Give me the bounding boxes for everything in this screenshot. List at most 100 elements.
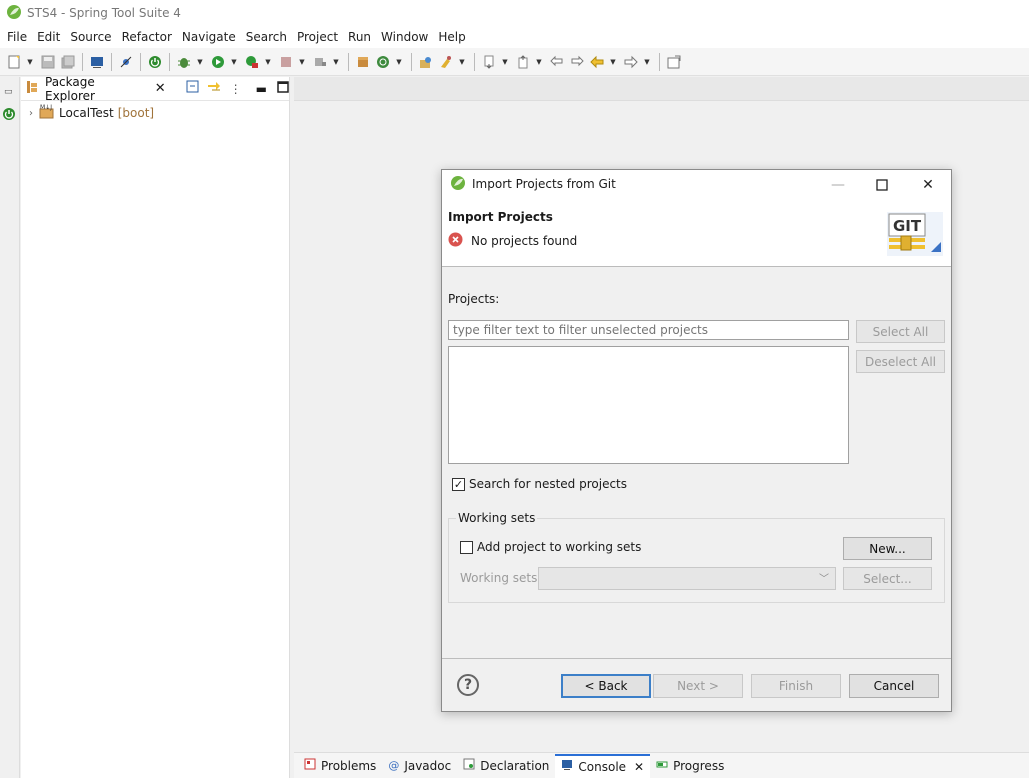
menu-search[interactable]: Search bbox=[241, 30, 292, 44]
close-button[interactable]: ✕ bbox=[913, 174, 943, 196]
nested-projects-checkbox[interactable]: ✓ bbox=[452, 478, 465, 491]
terminal-icon[interactable] bbox=[89, 54, 105, 70]
view-menu-icon[interactable]: ⋮ bbox=[230, 82, 242, 96]
link-with-editor-icon[interactable] bbox=[206, 80, 222, 97]
run-icon[interactable] bbox=[210, 54, 226, 70]
toolbar-separator bbox=[111, 52, 112, 71]
next-annotation-icon[interactable] bbox=[481, 54, 497, 70]
boot-dashboard-trim-icon[interactable] bbox=[2, 107, 16, 124]
working-sets-group bbox=[448, 518, 945, 603]
menu-navigate[interactable]: Navigate bbox=[177, 30, 241, 44]
dialog-titlebar: Import Projects from Git — ✕ bbox=[442, 170, 951, 198]
select-all-button[interactable]: Select All bbox=[856, 320, 945, 343]
last-edit-icon[interactable] bbox=[549, 54, 565, 70]
help-icon[interactable]: ? bbox=[457, 674, 479, 696]
open-type-icon[interactable] bbox=[418, 54, 434, 70]
menu-window[interactable]: Window bbox=[376, 30, 433, 44]
projects-list[interactable] bbox=[448, 346, 849, 464]
external-tools-icon[interactable] bbox=[244, 54, 260, 70]
menu-refactor[interactable]: Refactor bbox=[117, 30, 177, 44]
menu-file[interactable]: File bbox=[2, 30, 32, 44]
window-title: STS4 - Spring Tool Suite 4 bbox=[27, 6, 181, 20]
forward-edit-icon[interactable] bbox=[569, 54, 585, 70]
skip-breakpoints-icon[interactable] bbox=[118, 54, 134, 70]
projects-label: Projects: bbox=[448, 292, 500, 306]
external-tools-dropdown-icon[interactable]: ▼ bbox=[264, 54, 272, 70]
save-all-icon[interactable] bbox=[60, 54, 76, 70]
collapse-all-icon[interactable] bbox=[186, 80, 200, 97]
run-dropdown-icon[interactable]: ▼ bbox=[230, 54, 238, 70]
deselect-all-button[interactable]: Deselect All bbox=[856, 350, 945, 373]
minimize-icon[interactable]: ▬ bbox=[256, 82, 267, 96]
add-to-working-sets-checkbox[interactable] bbox=[460, 541, 473, 554]
toolbar-separator bbox=[82, 52, 83, 71]
menu-help[interactable]: Help bbox=[433, 30, 470, 44]
toolbar-separator bbox=[411, 52, 412, 71]
boot-project-icon: M↓J bbox=[39, 104, 55, 123]
new-java-package-icon[interactable] bbox=[355, 54, 371, 70]
pin-editor-icon[interactable] bbox=[666, 54, 682, 70]
toolbar-separator bbox=[659, 52, 660, 71]
tab-label: Progress bbox=[673, 758, 725, 773]
chevron-down-icon: ﹀ bbox=[819, 574, 829, 585]
finish-button[interactable]: Finish bbox=[751, 674, 841, 698]
new-class-dropdown-icon[interactable]: ▼ bbox=[395, 54, 403, 70]
boot-dashboard-icon[interactable] bbox=[147, 54, 163, 70]
menu-source[interactable]: Source bbox=[65, 30, 116, 44]
cancel-button[interactable]: Cancel bbox=[849, 674, 939, 698]
prev-annotation-icon[interactable] bbox=[515, 54, 531, 70]
problems-icon bbox=[304, 758, 316, 773]
stop-dropdown-icon[interactable]: ▼ bbox=[298, 54, 306, 70]
forward-icon[interactable] bbox=[623, 54, 639, 70]
stop-icon[interactable] bbox=[278, 54, 294, 70]
header-message-text: No projects found bbox=[471, 234, 578, 248]
back-dropdown-icon[interactable]: ▼ bbox=[609, 54, 617, 70]
toolbar-separator bbox=[169, 52, 170, 71]
nested-projects-label: Search for nested projects bbox=[469, 477, 628, 491]
chevron-right-icon[interactable]: › bbox=[29, 108, 33, 119]
tab-problems[interactable]: Problems bbox=[298, 754, 382, 778]
tree-item-localtest[interactable]: › M↓J LocalTest [boot] bbox=[21, 103, 289, 123]
save-icon[interactable] bbox=[40, 54, 56, 70]
close-icon[interactable]: ✕ bbox=[155, 81, 166, 96]
select-working-sets-button[interactable]: Select... bbox=[843, 567, 932, 590]
tab-label: Javadoc bbox=[404, 758, 452, 773]
console-icon bbox=[561, 759, 573, 774]
back-button[interactable]: < Back bbox=[561, 674, 651, 698]
package-explorer-tab[interactable]: Package Explorer ✕ ⋮ ▬ bbox=[21, 75, 289, 103]
new-java-class-icon[interactable] bbox=[375, 54, 391, 70]
project-filter-input[interactable] bbox=[448, 320, 849, 340]
tab-javadoc[interactable]: @ Javadoc bbox=[382, 754, 457, 778]
menu-project[interactable]: Project bbox=[292, 30, 343, 44]
menu-run[interactable]: Run bbox=[343, 30, 376, 44]
next-annotation-dropdown-icon[interactable]: ▼ bbox=[501, 54, 509, 70]
tab-declaration[interactable]: Declaration bbox=[457, 754, 555, 778]
relaunch-icon[interactable] bbox=[312, 54, 328, 70]
relaunch-dropdown-icon[interactable]: ▼ bbox=[332, 54, 340, 70]
left-trim-bar: ▭ bbox=[0, 77, 20, 778]
search-icon[interactable] bbox=[438, 54, 454, 70]
next-button[interactable]: Next > bbox=[653, 674, 743, 698]
progress-icon bbox=[656, 758, 668, 773]
back-icon[interactable] bbox=[589, 54, 605, 70]
tab-progress[interactable]: Progress bbox=[650, 754, 730, 778]
header-message: No projects found bbox=[448, 232, 577, 250]
new-dropdown-icon[interactable]: ▼ bbox=[26, 54, 34, 70]
restore-icon[interactable]: ▭ bbox=[4, 87, 13, 97]
debug-dropdown-icon[interactable]: ▼ bbox=[196, 54, 204, 70]
tab-console[interactable]: Console ✕ bbox=[555, 753, 651, 778]
forward-dropdown-icon[interactable]: ▼ bbox=[643, 54, 651, 70]
menu-edit[interactable]: Edit bbox=[32, 30, 65, 44]
debug-icon[interactable] bbox=[176, 54, 192, 70]
working-sets-combo[interactable]: ﹀ bbox=[538, 567, 836, 590]
maximize-button[interactable] bbox=[867, 174, 897, 196]
new-icon[interactable] bbox=[6, 54, 22, 70]
search-dropdown-icon[interactable]: ▼ bbox=[458, 54, 466, 70]
minimize-button[interactable]: — bbox=[823, 174, 853, 196]
git-wizard-banner: GIT bbox=[887, 212, 943, 256]
prev-annotation-dropdown-icon[interactable]: ▼ bbox=[535, 54, 543, 70]
toolbar-separator bbox=[474, 52, 475, 71]
close-icon[interactable]: ✕ bbox=[634, 760, 644, 774]
maximize-icon[interactable] bbox=[277, 81, 289, 96]
new-working-set-button[interactable]: New... bbox=[843, 537, 932, 560]
